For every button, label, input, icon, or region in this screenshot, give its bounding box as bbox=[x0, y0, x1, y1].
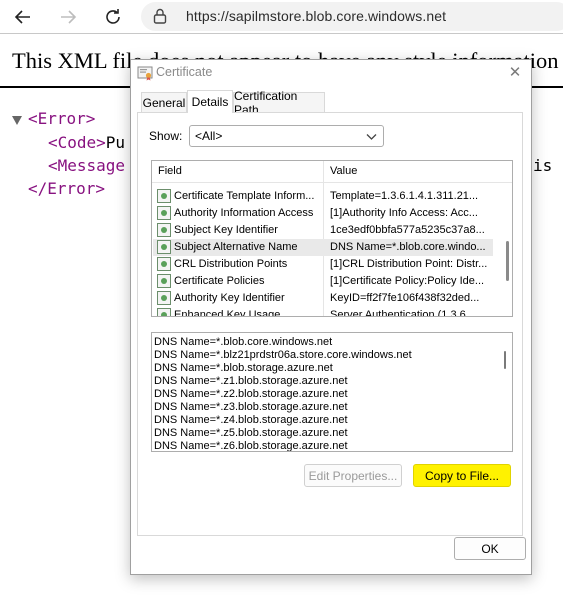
ok-label: OK bbox=[481, 541, 499, 556]
forward-arrow-icon bbox=[61, 10, 77, 24]
row-value: [1]CRL Distribution Point: Distr... bbox=[330, 258, 488, 270]
row-field: Subject Key Identifier bbox=[174, 224, 278, 236]
field-list[interactable]: Field Value Certificate Template Inform.… bbox=[151, 160, 513, 317]
value-line: DNS Name=*.blob.storage.azure.net bbox=[154, 362, 333, 374]
value-line: DNS Name=*.blob.core.windows.net bbox=[154, 336, 333, 348]
field-icon bbox=[157, 308, 171, 316]
xml-code-tag: <Code> bbox=[48, 133, 106, 152]
value-line: DNS Name=*.z5.blob.storage.azure.net bbox=[154, 427, 348, 439]
row-value: Server Authentication (1.3.6... bbox=[330, 309, 475, 317]
close-button[interactable]: ✕ bbox=[501, 61, 529, 83]
field-icon bbox=[157, 240, 171, 254]
row-field: Subject Alternative Name bbox=[174, 241, 298, 253]
row-field: Certificate Policies bbox=[174, 275, 265, 287]
xml-code-line: <Code>Pu bbox=[48, 133, 125, 152]
forward-button[interactable] bbox=[55, 4, 81, 30]
row-value: 1ce3edf0bbfa577a5235c37a8... bbox=[330, 224, 485, 236]
list-item[interactable]: Authority Key Identifier KeyID=ff2f7fe10… bbox=[153, 290, 493, 307]
chevron-down-icon bbox=[366, 134, 377, 140]
dialog-titlebar[interactable]: Certificate ✕ bbox=[131, 60, 531, 88]
dialog-title: Certificate bbox=[156, 65, 213, 79]
tab-details-label: Details bbox=[191, 95, 229, 109]
list-item-selected[interactable]: Subject Alternative Name DNS Name=*.blob… bbox=[153, 239, 493, 256]
field-list-header: Field Value bbox=[152, 161, 512, 183]
field-list-scrollbar[interactable] bbox=[506, 241, 509, 281]
row-field: Enhanced Key Usage bbox=[174, 309, 281, 317]
xml-message-tag: <Message bbox=[48, 156, 126, 175]
value-line: DNS Name=*.z6.blob.storage.azure.net bbox=[154, 440, 348, 452]
lock-icon[interactable] bbox=[153, 8, 167, 24]
list-item[interactable]: Subject Key Identifier 1ce3edf0bbfa577a5… bbox=[153, 222, 493, 239]
certificate-dialog: Certificate ✕ General Details Certificat… bbox=[130, 59, 532, 575]
browser-toolbar: https://sapilmstore.blob.core.windows.ne… bbox=[0, 0, 563, 34]
row-field: Authority Key Identifier bbox=[174, 292, 285, 304]
list-item[interactable]: Authority Information Access [1]Authorit… bbox=[153, 205, 493, 222]
list-item[interactable]: Certificate Template Inform... Template=… bbox=[153, 188, 493, 205]
row-value: KeyID=ff2f7fe106f438f32ded... bbox=[330, 292, 480, 304]
column-header-value[interactable]: Value bbox=[330, 165, 357, 177]
collapse-triangle-icon[interactable] bbox=[12, 116, 22, 125]
value-textbox[interactable]: DNS Name=*.blob.core.windows.net DNS Nam… bbox=[151, 332, 513, 452]
xml-code-text: Pu bbox=[105, 133, 126, 152]
copy-to-file-button[interactable]: Copy to File... bbox=[413, 464, 511, 487]
field-icon bbox=[157, 223, 171, 237]
xml-error-close-tag: </Error> bbox=[28, 179, 106, 198]
show-label: Show: bbox=[149, 129, 183, 143]
field-icon bbox=[157, 274, 171, 288]
url-text[interactable]: https://sapilmstore.blob.core.windows.ne… bbox=[186, 8, 446, 24]
row-field: CRL Distribution Points bbox=[174, 258, 288, 270]
row-value: [1]Authority Info Access: Acc... bbox=[330, 207, 478, 219]
certificate-icon bbox=[137, 66, 153, 81]
value-line: DNS Name=*.z1.blob.storage.azure.net bbox=[154, 375, 348, 387]
list-item[interactable]: CRL Distribution Points [1]CRL Distribut… bbox=[153, 256, 493, 273]
back-button[interactable] bbox=[10, 4, 36, 30]
edit-properties-button[interactable]: Edit Properties... bbox=[304, 464, 402, 487]
column-header-field[interactable]: Field bbox=[158, 165, 182, 177]
tab-general-label: General bbox=[142, 95, 186, 110]
value-line: DNS Name=*.z4.blob.storage.azure.net bbox=[154, 414, 348, 426]
xml-message-tail: is bbox=[533, 156, 553, 175]
row-field: Certificate Template Inform... bbox=[174, 190, 315, 202]
field-icon bbox=[157, 206, 171, 220]
list-item[interactable]: Certificate Policies [1]Certificate Poli… bbox=[153, 273, 493, 290]
field-icon bbox=[157, 291, 171, 305]
show-dropdown[interactable]: <All> bbox=[189, 125, 384, 147]
tab-general[interactable]: General bbox=[141, 92, 187, 112]
edit-properties-label: Edit Properties... bbox=[308, 468, 398, 483]
row-value: DNS Name=*.blob.core.windo... bbox=[330, 241, 486, 253]
value-line: DNS Name=*.z3.blob.storage.azure.net bbox=[154, 401, 348, 413]
value-textbox-scrollbar[interactable] bbox=[504, 351, 506, 369]
list-item[interactable]: Enhanced Key Usage Server Authentication… bbox=[153, 307, 493, 317]
copy-to-file-label: Copy to File... bbox=[424, 468, 500, 483]
tab-certification-path[interactable]: Certification Path bbox=[233, 89, 325, 117]
show-dropdown-value: <All> bbox=[195, 129, 223, 143]
close-icon: ✕ bbox=[508, 63, 522, 81]
row-field: Authority Information Access bbox=[174, 207, 314, 219]
value-line: DNS Name=*.z2.blob.storage.azure.net bbox=[154, 388, 348, 400]
reload-icon bbox=[106, 9, 120, 24]
tab-details[interactable]: Details bbox=[187, 90, 233, 113]
ok-button[interactable]: OK bbox=[454, 537, 526, 560]
reload-button[interactable] bbox=[100, 4, 126, 30]
back-arrow-icon bbox=[14, 10, 30, 24]
field-icon bbox=[157, 257, 171, 271]
row-value: Template=1.3.6.1.4.1.311.21... bbox=[330, 190, 479, 202]
value-line: DNS Name=*.blz21prdstr06a.store.core.win… bbox=[154, 349, 412, 361]
row-value: [1]Certificate Policy:Policy Ide... bbox=[330, 275, 485, 287]
xml-error-open-tag: <Error> bbox=[28, 109, 96, 128]
field-icon bbox=[157, 189, 171, 203]
address-bar[interactable]: https://sapilmstore.blob.core.windows.ne… bbox=[141, 2, 563, 31]
